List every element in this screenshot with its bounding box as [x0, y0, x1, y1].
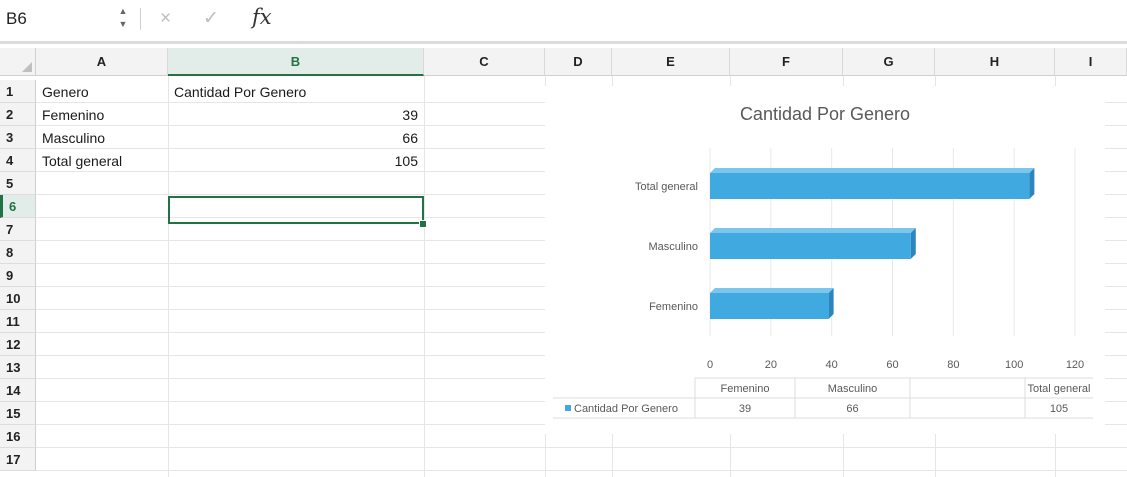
row-header-10[interactable]: 10 [0, 287, 36, 310]
name-box[interactable]: B6 [6, 6, 106, 32]
row-header-7[interactable]: 7 [0, 218, 36, 241]
chart-canvas: 0 20 40 60 80 100 120 Femenino Masculino Total ge… [553, 148, 1093, 419]
data-table-header: Masculino [828, 383, 878, 395]
column-header-c[interactable]: C [424, 48, 545, 76]
row-header-11[interactable]: 11 [0, 310, 36, 333]
row-header-12[interactable]: 12 [0, 333, 36, 356]
legend-key [565, 405, 571, 411]
bar-chart[interactable]: 0 20 40 60 80 100 120 Femenino Masculino Total ge… [545, 86, 1105, 434]
data-table-row-label: Cantidad Por Genero [574, 403, 678, 415]
bar-total-general [710, 173, 1030, 199]
grid-column-line [424, 76, 425, 477]
grid-row-line [36, 447, 1127, 448]
y-category-label: Femenino [649, 301, 698, 313]
cell-a1[interactable]: Genero [37, 81, 167, 104]
column-header-d[interactable]: D [545, 48, 612, 76]
row-header-9[interactable]: 9 [0, 264, 36, 287]
bar-femenino [710, 293, 829, 319]
cell-b3[interactable]: 66 [169, 127, 423, 150]
enter-icon[interactable]: ✓ [203, 6, 219, 32]
formula-bar-divider [140, 8, 141, 30]
select-all-corner[interactable] [0, 48, 36, 76]
cell-b2[interactable]: 39 [169, 104, 423, 127]
x-tick-label: 80 [947, 359, 959, 371]
bar-side-face [910, 228, 916, 259]
row-header-8[interactable]: 8 [0, 241, 36, 264]
chart-title: Cantidad Por Genero [739, 104, 911, 124]
data-table-value: 105 [1050, 403, 1068, 415]
row-header-3[interactable]: 3 [0, 126, 36, 149]
bar-top-face [710, 288, 834, 293]
selected-cell-b6[interactable] [168, 196, 424, 224]
cell-a4[interactable]: Total general [37, 150, 167, 173]
x-tick-label: 0 [707, 359, 713, 371]
data-table-value: 39 [739, 403, 751, 415]
row-header-6[interactable]: 6 [0, 195, 36, 218]
grid-row-line [36, 470, 1127, 471]
row-header-13[interactable]: 13 [0, 356, 36, 379]
formula-bar: B6 ▲ ▼ × ✓ fx [0, 0, 1127, 38]
bar-masculino [710, 233, 911, 259]
insert-function-icon[interactable]: fx [252, 4, 272, 30]
x-tick-label: 100 [1005, 359, 1023, 371]
y-category-label: Masculino [648, 241, 698, 253]
x-tick-label: 20 [765, 359, 777, 371]
x-tick-label: 40 [826, 359, 838, 371]
bar-top-face [710, 168, 1035, 173]
cancel-icon[interactable]: × [160, 6, 171, 32]
row-header-1[interactable]: 1 [0, 80, 36, 103]
formula-bar-border [0, 41, 1127, 44]
y-category-label: Total general [635, 181, 698, 193]
fill-handle[interactable] [419, 220, 427, 228]
column-header-g[interactable]: G [843, 48, 935, 76]
x-tick-label: 120 [1066, 359, 1084, 371]
bar-top-face [710, 228, 916, 233]
bar-side-face [1029, 168, 1035, 199]
column-header-b[interactable]: B [168, 48, 424, 76]
column-header-e[interactable]: E [612, 48, 730, 76]
column-header-h[interactable]: H [935, 48, 1055, 76]
cell-a3[interactable]: Masculino [37, 127, 167, 150]
data-table-header: Total general [1028, 383, 1091, 395]
row-header-4[interactable]: 4 [0, 149, 36, 172]
column-header-a[interactable]: A [36, 48, 168, 76]
row-header-16[interactable]: 16 [0, 425, 36, 448]
column-header-i[interactable]: I [1055, 48, 1127, 76]
row-header-5[interactable]: 5 [0, 172, 36, 195]
row-header-14[interactable]: 14 [0, 379, 36, 402]
row-header-17[interactable]: 17 [0, 448, 36, 471]
x-tick-label: 60 [886, 359, 898, 371]
data-table-value: 66 [846, 403, 858, 415]
name-box-dropdown-icon[interactable]: ▲ ▼ [116, 5, 130, 33]
cell-b4[interactable]: 105 [169, 150, 423, 173]
column-header-f[interactable]: F [730, 48, 843, 76]
cell-a2[interactable]: Femenino [37, 104, 167, 127]
data-table-header: Femenino [721, 383, 770, 395]
row-header-2[interactable]: 2 [0, 103, 36, 126]
cell-b1[interactable]: Cantidad Por Genero [169, 81, 423, 104]
bar-side-face [828, 288, 834, 319]
row-header-15[interactable]: 15 [0, 402, 36, 425]
